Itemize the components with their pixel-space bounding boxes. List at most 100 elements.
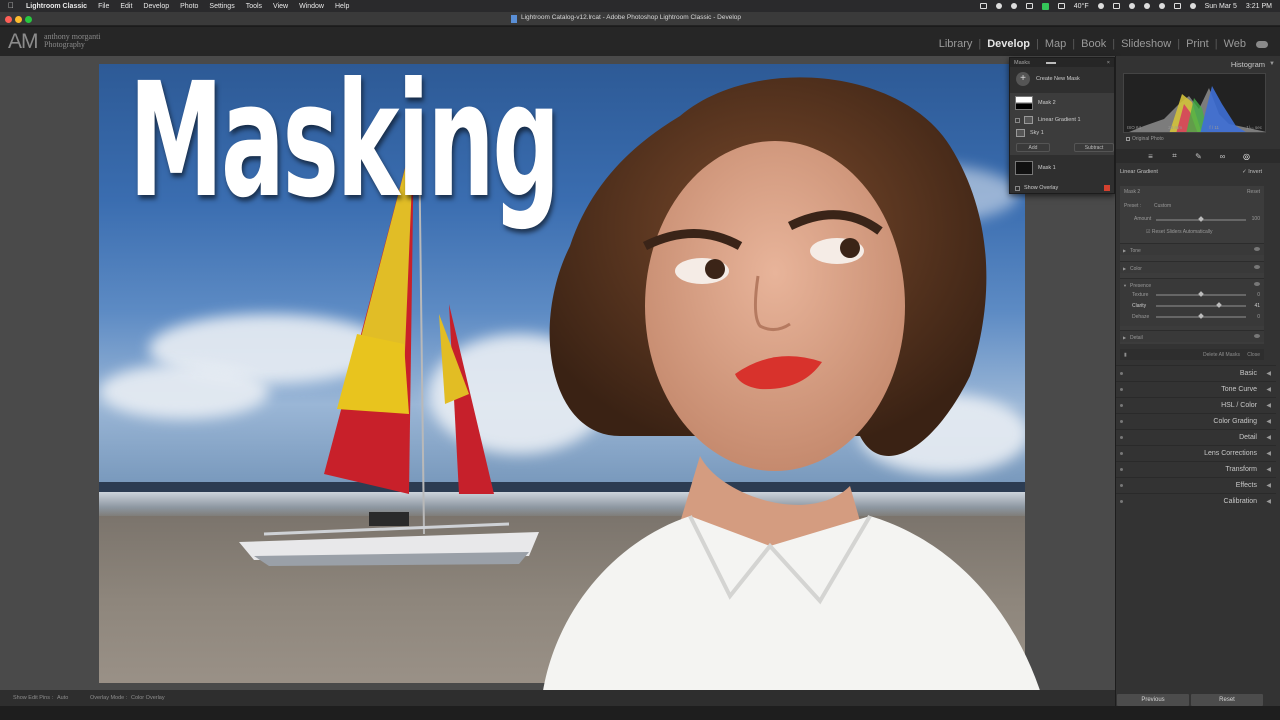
switch-icon[interactable] [1120,452,1123,455]
switch-icon[interactable] [1120,436,1123,439]
collapse-handle-icon[interactable] [1045,61,1056,64]
mask-2-item[interactable]: Mask 2 [1010,93,1114,113]
headphones-icon[interactable] [1097,3,1104,9]
collapse-triangle-icon[interactable]: ▼ [1269,61,1275,67]
switch-icon[interactable] [1120,404,1123,407]
eye-icon[interactable] [1254,334,1260,338]
preset-select[interactable]: Custom [1154,203,1171,209]
section-detail[interactable]: Detail ◀ [1116,429,1276,445]
mask-1-item[interactable]: Mask 1 [1010,158,1114,178]
screen-icon[interactable] [979,3,987,9]
section-calibration[interactable]: Calibration ◀ [1116,493,1276,509]
menu-photo[interactable]: Photo [180,3,198,10]
add-button[interactable]: Add [1016,142,1050,152]
menu-settings[interactable]: Settings [209,3,234,10]
histogram-title[interactable]: Histogram [1231,60,1265,69]
zoom-window-button[interactable] [25,16,32,23]
menubar-time[interactable]: 3:21 PM [1246,3,1272,10]
keyboard-icon[interactable] [1112,3,1120,9]
menu-app[interactable]: Lightroom Classic [26,3,87,10]
switch-icon[interactable] [1120,468,1123,471]
red-eye-icon[interactable]: ∞ [1218,152,1227,161]
section-lens-corrections[interactable]: Lens Corrections ◀ [1116,445,1276,461]
color-section[interactable]: ▶ Color [1120,261,1264,273]
sky-item[interactable]: Sky 1 [1010,127,1114,139]
overlay-color-swatch[interactable] [1104,185,1110,191]
edit-sliders-icon[interactable]: ≡ [1146,152,1155,161]
edit-pins-select[interactable]: Auto [57,695,68,701]
switch-icon[interactable] [1120,420,1123,423]
switch-icon[interactable] [1120,500,1123,503]
camera-icon[interactable] [1010,3,1017,9]
minimize-window-button[interactable] [15,16,22,23]
presence-section[interactable]: ▼ Presence Texture 0 Clarity 41 Dehaze 0 [1120,278,1264,326]
battery-icon[interactable] [1057,3,1065,9]
masking-icon[interactable]: ◎ [1242,152,1251,161]
texture-value[interactable]: 0 [1257,292,1260,298]
module-web[interactable]: Web [1223,38,1247,50]
menubar-date[interactable]: Sun Mar 5 [1205,3,1237,10]
search-icon[interactable] [1158,3,1165,9]
module-library[interactable]: Library [938,38,974,50]
section-hsl-color[interactable]: HSL / Color ◀ [1116,397,1276,413]
section-basic[interactable]: Basic ◀ [1116,365,1276,381]
previous-button[interactable]: Previous [1117,694,1189,706]
mask-reset-button[interactable]: Reset [1247,189,1260,195]
module-print[interactable]: Print [1185,38,1210,50]
switch-icon[interactable] [1120,372,1123,375]
cloud-sync-icon[interactable] [1256,40,1268,48]
clarity-value[interactable]: 41 [1254,303,1260,309]
app-status-icon[interactable] [1041,2,1049,10]
amount-value[interactable]: 100 [1252,216,1260,222]
eye-icon[interactable] [1254,247,1260,251]
healing-icon[interactable]: ✎ [1194,152,1203,161]
switch-icon[interactable] [1120,484,1123,487]
clarity-slider[interactable] [1156,305,1246,307]
close-masks-button[interactable]: Close [1247,352,1260,358]
siri-icon[interactable] [1189,3,1196,9]
original-photo-toggle[interactable]: Original Photo [1126,136,1164,142]
switch-icon[interactable] [1120,388,1123,391]
apple-icon[interactable]:  [8,2,16,10]
show-overlay-checkbox[interactable] [1015,185,1020,191]
tone-section[interactable]: ▶ Tone [1120,243,1264,255]
record-icon[interactable] [995,3,1002,9]
menu-tools[interactable]: Tools [246,3,262,10]
histogram[interactable]: ISO 64 24 mm f / 11 1/₆₀ sec [1123,73,1266,133]
section-effects[interactable]: Effects ◀ [1116,477,1276,493]
dehaze-value[interactable]: 0 [1257,314,1260,320]
linear-gradient-item[interactable]: Linear Gradient 1 [1010,113,1114,127]
display-icon[interactable] [1025,3,1033,9]
section-color-grading[interactable]: Color Grading ◀ [1116,413,1276,429]
control-center-icon[interactable] [1173,3,1181,9]
delete-all-masks-button[interactable]: Delete All Masks [1203,352,1240,358]
menu-help[interactable]: Help [335,3,349,10]
module-slideshow[interactable]: Slideshow [1120,38,1172,50]
pin-icon[interactable]: × [1107,60,1110,66]
create-new-mask-button[interactable]: + Create New Mask [1010,71,1114,87]
eye-icon[interactable] [1254,282,1260,286]
menu-view[interactable]: View [273,3,288,10]
section-transform[interactable]: Transform ◀ [1116,461,1276,477]
module-map[interactable]: Map [1044,38,1067,50]
invert-toggle[interactable]: ✓ Invert [1242,169,1262,175]
checkbox-icon[interactable] [1015,117,1020,123]
module-develop[interactable]: Develop [986,38,1031,50]
menu-edit[interactable]: Edit [120,3,132,10]
weather-readout[interactable]: 40°F [1074,3,1089,10]
menu-develop[interactable]: Develop [143,3,169,10]
close-window-button[interactable] [5,16,12,23]
reset-button[interactable]: Reset [1191,694,1263,706]
menu-window[interactable]: Window [299,3,324,10]
menu-file[interactable]: File [98,3,109,10]
module-book[interactable]: Book [1080,38,1107,50]
reset-sliders-checkbox[interactable]: ☑ Reset Sliders Automatically [1146,229,1212,235]
subtract-button[interactable]: Subtract [1074,142,1114,152]
overlay-mode-select[interactable]: Color Overlay [131,695,165,701]
section-tone-curve[interactable]: Tone Curve ◀ [1116,381,1276,397]
trash-icon[interactable]: ▮ [1124,352,1127,358]
bluetooth-icon[interactable] [1128,3,1135,9]
original-photo-checkbox[interactable] [1126,137,1130,141]
crop-icon[interactable]: ⌗ [1170,151,1179,161]
wifi-icon[interactable] [1143,3,1150,9]
